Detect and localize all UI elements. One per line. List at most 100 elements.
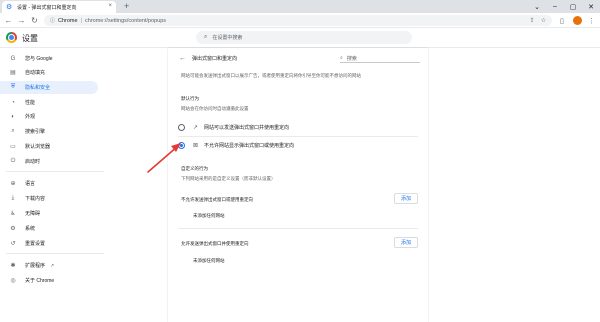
download-icon: ⤓ <box>11 195 15 201</box>
wrench-icon: ⚙ <box>10 226 16 232</box>
globe-icon: ⊕ <box>10 181 16 187</box>
search-icon: ⌕ <box>11 128 15 134</box>
sidebar-item-label: 自动填充 <box>25 70 46 76</box>
performance-icon: ◔ <box>11 99 15 106</box>
browser-toolbar: ← → ↻ ⓘ Chrome | chrome://settings/conte… <box>0 13 600 28</box>
sidebar-divider <box>6 171 104 172</box>
sidebar-item-label: 性能 <box>25 100 36 106</box>
window-controls: ⌄ – ▢ ✕ <box>528 0 600 13</box>
reload-icon[interactable]: ↻ <box>29 15 40 26</box>
maximize-icon[interactable]: ▢ <box>564 0 582 13</box>
sidebar-item-you-and-google[interactable]: G 您与 Google <box>0 52 98 65</box>
section-title: 弹出式窗口和重定向 <box>192 56 238 62</box>
close-icon[interactable]: × <box>108 3 112 9</box>
omnibox-site: Chrome <box>58 17 78 24</box>
sidebar-item-label: 语言 <box>25 181 36 187</box>
sidebar-item-label: 搜索引擎 <box>25 129 46 135</box>
sidebar-item-label: 重置设置 <box>25 241 46 247</box>
sidebar-item-label: 您与 Google <box>25 56 53 62</box>
google-icon: G <box>10 55 16 62</box>
site-info-icon[interactable]: ⓘ <box>50 17 55 24</box>
puzzle-icon: ✱ <box>10 263 16 269</box>
side-panel-icon[interactable]: ▯ <box>560 15 564 26</box>
radio-block[interactable] <box>178 141 185 149</box>
sidebar-item-system[interactable]: ⚙ 系统 <box>0 222 98 235</box>
radio-allow[interactable] <box>178 123 185 131</box>
option-label: 不允许网站显示弹出式窗口或使用重定向 <box>204 142 295 149</box>
settings-header: 设置 ⌕ 在设置中搜索 <box>0 28 600 48</box>
sidebar-item-label: 外观 <box>25 114 36 120</box>
bookmark-star-icon[interactable]: ☆ <box>541 17 546 24</box>
sidebar-item-accessibility[interactable]: ♿ 无障碍 <box>0 207 98 220</box>
sidebar-item-appearance[interactable]: ◐ 外观 <box>0 110 98 123</box>
custom-behavior-subtitle: 下列网站采用的是自定义设置（而非默认设置） <box>181 176 276 181</box>
accessibility-icon: ♿ <box>10 211 16 217</box>
tab-search-icon[interactable]: ⌄ <box>528 0 546 13</box>
option-label: 网站可以发送弹出式窗口并使用重定向 <box>204 124 290 131</box>
sidebar-item-about-chrome[interactable]: ◎ 关于 Chrome <box>0 274 98 287</box>
page-title: 设置 <box>22 34 38 43</box>
chrome-icon: ◎ <box>10 278 16 284</box>
new-tab-button[interactable]: + <box>124 1 129 12</box>
sidebar-item-label: 系统 <box>25 226 36 232</box>
option-block-popups[interactable]: ⊠ 不允许网站显示弹出式窗口或使用重定向 <box>178 138 418 152</box>
palette-icon: ◐ <box>11 113 15 120</box>
add-blocked-site-button[interactable]: 添加 <box>394 193 418 204</box>
block-list-title: 不允许发送弹出式窗口或使用重定向 <box>181 197 253 202</box>
settings-search-input[interactable]: ⌕ 在设置中搜索 <box>196 31 412 44</box>
blocked-popup-icon: ⊠ <box>193 142 199 149</box>
sidebar-divider <box>6 253 104 254</box>
sidebar-item-extensions[interactable]: ✱ 扩展程序 ↗ <box>0 259 98 272</box>
default-behavior-title: 默认行为 <box>181 96 199 101</box>
shield-icon: ⛨ <box>10 84 16 90</box>
back-arrow-icon[interactable]: ← <box>179 55 186 62</box>
forward-icon[interactable]: → <box>16 15 27 26</box>
close-window-icon[interactable]: ✕ <box>582 0 600 13</box>
open-in-new-icon: ↗ <box>193 124 199 131</box>
omnibox-separator: | <box>80 17 83 24</box>
sidebar-item-label: 隐私和安全 <box>25 85 51 91</box>
sidebar-item-downloads[interactable]: ⤓ 下载内容 <box>0 192 98 205</box>
allow-list-empty: 未添加任何网站 <box>193 258 225 263</box>
section-description: 网站可能会发送弹出式窗口以展示广告，或者使用重定向将你引导至你可能不想访问的网站 <box>181 73 361 78</box>
more-menu-icon[interactable]: ⋮ <box>588 15 595 26</box>
allow-list-title: 允许发送弹出式窗口并使用重定向 <box>181 241 249 246</box>
sidebar-item-on-startup[interactable]: ⏻ 启动时 <box>0 155 98 168</box>
power-icon: ⏻ <box>10 158 16 164</box>
search-icon: ⌕ <box>204 34 208 40</box>
sidebar-item-performance[interactable]: ◔ 性能 <box>0 96 98 109</box>
option-allow-popups[interactable]: ↗ 网站可以发送弹出式窗口并使用重定向 <box>178 120 418 134</box>
custom-behavior-title: 自定义的行为 <box>181 166 208 171</box>
autofill-icon: ▤ <box>10 70 16 76</box>
sidebar-item-search-engine[interactable]: ⌕ 搜索引擎 <box>0 125 98 138</box>
address-bar[interactable]: ⓘ Chrome | chrome://settings/content/pop… <box>44 15 552 26</box>
sidebar-item-autofill[interactable]: ▤ 自动填充 <box>0 66 98 79</box>
sidebar-item-default-browser[interactable]: ▭ 默认浏览器 <box>0 140 98 153</box>
site-search-input[interactable]: ⌕ 搜索 <box>340 54 420 63</box>
search-placeholder: 搜索 <box>346 55 357 62</box>
minimize-icon[interactable]: – <box>546 0 564 13</box>
block-list-empty: 未添加任何网站 <box>193 213 225 218</box>
back-icon[interactable]: ← <box>3 15 14 26</box>
tab-strip: ⚙ 设置 - 弹出式窗口和重定向 × + ⌄ – ▢ ✕ <box>0 0 600 13</box>
sidebar-item-reset[interactable]: ↺ 重置设置 <box>0 237 98 250</box>
search-icon: ⌕ <box>340 55 343 61</box>
sidebar-item-label: 无障碍 <box>25 211 41 217</box>
share-icon[interactable]: ⇪ <box>530 17 535 24</box>
row-divider <box>178 228 418 229</box>
sidebar-item-label: 下载内容 <box>25 196 46 202</box>
settings-sidebar: G 您与 Google ▤ 自动填充 ⛨ 隐私和安全 ◔ 性能 ◐ 外观 ⌕ 搜… <box>0 48 108 322</box>
default-behavior-subtitle: 网站会在你访问时自动遵循此设置 <box>181 106 249 111</box>
sidebar-item-privacy[interactable]: ⛨ 隐私和安全 <box>0 81 98 94</box>
add-allowed-site-button[interactable]: 添加 <box>394 237 418 248</box>
sidebar-item-languages[interactable]: ⊕ 语言 <box>0 177 98 190</box>
sidebar-item-label: 启动时 <box>25 159 41 165</box>
browser-icon: ▭ <box>10 144 16 150</box>
row-divider <box>178 136 418 137</box>
gear-icon: ⚙ <box>6 3 13 11</box>
tab-title: 设置 - 弹出式窗口和重定向 <box>17 4 77 11</box>
search-placeholder: 在设置中搜索 <box>212 35 243 41</box>
tab-settings[interactable]: ⚙ 设置 - 弹出式窗口和重定向 × <box>2 1 116 13</box>
sidebar-item-label: 关于 Chrome <box>25 278 55 284</box>
profile-avatar[interactable] <box>573 15 582 26</box>
